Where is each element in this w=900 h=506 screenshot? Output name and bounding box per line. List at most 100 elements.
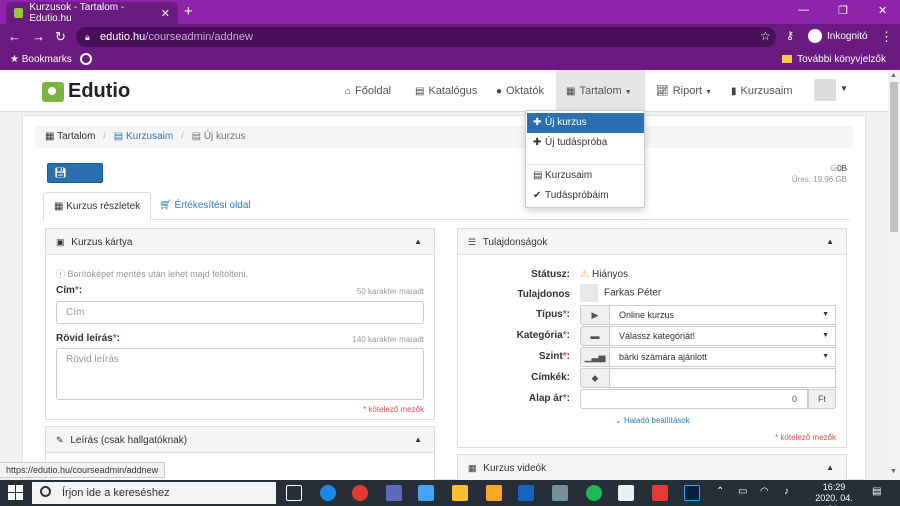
browser-tab[interactable]: Kurzusok - Tartalom - Edutio.hu ✕ xyxy=(6,2,178,24)
avatar-caret-icon[interactable]: ▼ xyxy=(840,84,848,93)
new-tab-button[interactable]: + xyxy=(184,3,193,20)
title-label: Cím*: xyxy=(56,285,83,296)
breadcrumb-middle[interactable]: Kurzusaim xyxy=(126,131,173,142)
maximize-icon[interactable]: ❐ xyxy=(838,4,848,17)
star-icon[interactable]: ☆ xyxy=(760,29,771,43)
nav-tartalom[interactable]: ▦ Tartalom ▼ xyxy=(556,70,645,112)
scroll-thumb[interactable] xyxy=(890,82,898,232)
globe-icon[interactable] xyxy=(80,53,92,65)
collapse-icon[interactable]: ▲ xyxy=(826,229,834,255)
notification-icon[interactable]: ▤ xyxy=(872,486,881,497)
tray-chevron-icon[interactable]: ⌃ xyxy=(716,486,724,497)
select-caret-icon: ▼ xyxy=(822,353,829,360)
nav-oktatok[interactable]: ● Oktatók xyxy=(486,70,554,112)
forward-icon[interactable]: → xyxy=(32,29,45,44)
notebook-icon[interactable] xyxy=(418,485,434,501)
file-explorer-icon[interactable] xyxy=(486,485,502,501)
breadcrumb-separator: / xyxy=(181,131,184,142)
nav-katalogus[interactable]: ▤ Katalógus xyxy=(405,70,487,112)
taskbar-search[interactable]: Írjon ide a kereséshez xyxy=(32,482,276,504)
save-button[interactable]: 💾︎ Mentés xyxy=(47,163,103,199)
description-header[interactable]: ✎ Leírás (csak hallgatóknak) ▲ xyxy=(46,427,434,453)
caret-down-icon: ▼ xyxy=(624,89,632,96)
bookmarks-label: Bookmarks xyxy=(21,54,72,65)
photoshop-icon[interactable] xyxy=(684,485,700,501)
key-icon[interactable]: ⚷ xyxy=(786,29,794,42)
sticky-notes-icon[interactable] xyxy=(452,485,468,501)
menu-item-my-quizzes[interactable]: ✔ Tudáspróbáim xyxy=(527,186,644,206)
taskbar-clock[interactable]: 16:29 2020. 04. 01. xyxy=(808,482,860,506)
logo-text: Edutio xyxy=(68,80,131,102)
select-caret-icon: ▼ xyxy=(822,311,829,318)
photos-icon[interactable] xyxy=(618,485,634,501)
tab-sales-page[interactable]: 🛒︎ Értékesítési oldal xyxy=(149,192,261,220)
edutio-logo[interactable]: Edutio xyxy=(42,80,130,103)
price-unit: Ft xyxy=(808,389,836,409)
tags-label: Címkék: xyxy=(531,372,570,383)
menu-item-my-courses[interactable]: ▤ Kurzusaim xyxy=(527,166,644,186)
category-select[interactable]: Válassz kategóriát! ▼ xyxy=(610,326,836,346)
taskbar-search-placeholder: Írjon ide a kereséshez xyxy=(62,487,170,499)
tags-input[interactable] xyxy=(610,368,836,388)
word-icon[interactable] xyxy=(518,485,534,501)
avatar[interactable] xyxy=(814,79,836,101)
bookmarks-bar: ★ Bookmarks További könyvjelzők xyxy=(0,50,900,70)
spotify-icon[interactable] xyxy=(586,485,602,501)
menu-item-new-course[interactable]: ✚ Új kurzus xyxy=(527,113,644,133)
minimize-icon[interactable]: — xyxy=(798,4,809,16)
wifi-icon[interactable]: ◠ xyxy=(760,486,769,497)
snip-tool-icon[interactable] xyxy=(652,485,668,501)
windows-start-icon[interactable] xyxy=(8,485,24,501)
collapse-icon[interactable]: ▲ xyxy=(414,427,422,453)
nav-tartalom-label: Tartalom xyxy=(579,85,622,97)
storage-free: Üres: 19.96 GB xyxy=(791,175,847,184)
properties-header[interactable]: ☰ Tulajdonságok ▲ xyxy=(458,229,846,255)
nav-fooldal[interactable]: ⌂ Főoldal xyxy=(335,70,401,112)
tab-close-icon[interactable]: ✕ xyxy=(161,7,170,20)
short-desc-textarea[interactable]: Rövid leírás xyxy=(56,348,424,400)
videos-header[interactable]: ▦ Kurzus videók ▲ xyxy=(458,455,846,481)
collapse-icon[interactable]: ▲ xyxy=(414,229,422,255)
signal-bars-icon: ▁▃▅ xyxy=(580,347,610,367)
type-select[interactable]: Online kurzus ▼ xyxy=(610,305,836,325)
nav-riport[interactable]: 📈︎ Riport ▼ xyxy=(646,70,722,112)
menu-divider xyxy=(527,164,644,165)
tab-course-details[interactable]: ▦ Kurzus részletek xyxy=(43,192,152,221)
owner-avatar xyxy=(580,284,598,302)
plus-icon: ✚ xyxy=(533,137,542,148)
menu-item-new-quiz[interactable]: ✚ Új tudáspróba xyxy=(527,133,644,153)
incognito-indicator[interactable]: Inkognitó xyxy=(808,29,868,43)
advanced-settings-link[interactable]: ⌄ Haladó beállítások xyxy=(615,416,690,425)
url-bar[interactable]: 🔒︎ edutio.hu/courseadmin/addnew xyxy=(76,27,776,47)
nav-fooldal-label: Főoldal xyxy=(355,85,392,97)
other-bookmarks[interactable]: További könyvjelzők xyxy=(782,54,886,65)
task-view-icon[interactable] xyxy=(286,485,302,501)
menu-dots-icon[interactable]: ⋮ xyxy=(880,29,893,45)
edge-icon[interactable] xyxy=(320,485,336,501)
scroll-up-icon[interactable]: ▲ xyxy=(890,72,897,79)
back-icon[interactable]: ← xyxy=(8,29,21,44)
close-window-icon[interactable]: ✕ xyxy=(878,4,887,17)
chrome-icon[interactable] xyxy=(352,485,368,501)
save-app-icon[interactable] xyxy=(386,485,402,501)
film-icon: ▦ xyxy=(54,201,64,212)
menu-item-new-quiz-label: Új tudáspróba xyxy=(545,137,608,148)
price-input[interactable]: 0 xyxy=(580,389,808,409)
reload-icon[interactable]: ↻ xyxy=(55,29,66,45)
bookmarks-button[interactable]: ★ Bookmarks xyxy=(10,54,72,65)
title-input[interactable]: Cím xyxy=(56,301,424,324)
clock-time: 16:29 xyxy=(822,482,846,492)
breadcrumb-root[interactable]: Tartalom xyxy=(57,131,95,142)
scroll-down-icon[interactable]: ▼ xyxy=(890,468,897,475)
collapse-icon[interactable]: ▲ xyxy=(826,455,834,481)
level-select[interactable]: bárki számára ajánlott ▼ xyxy=(610,347,836,367)
cart-icon: 🛒︎ xyxy=(159,200,172,211)
caret-down-icon: ▼ xyxy=(705,89,713,96)
page-scrollbar[interactable]: ▲ ▼ xyxy=(888,70,900,480)
printer-icon[interactable] xyxy=(552,485,568,501)
list-icon: ▤ xyxy=(415,86,425,97)
course-card-header[interactable]: ▣ Kurzus kártya ▲ xyxy=(46,229,434,255)
nav-kurzusaim[interactable]: ▮ Kurzusaim xyxy=(721,70,802,112)
battery-icon[interactable]: ▭ xyxy=(738,486,747,497)
volume-icon[interactable]: ♪ xyxy=(784,486,789,497)
